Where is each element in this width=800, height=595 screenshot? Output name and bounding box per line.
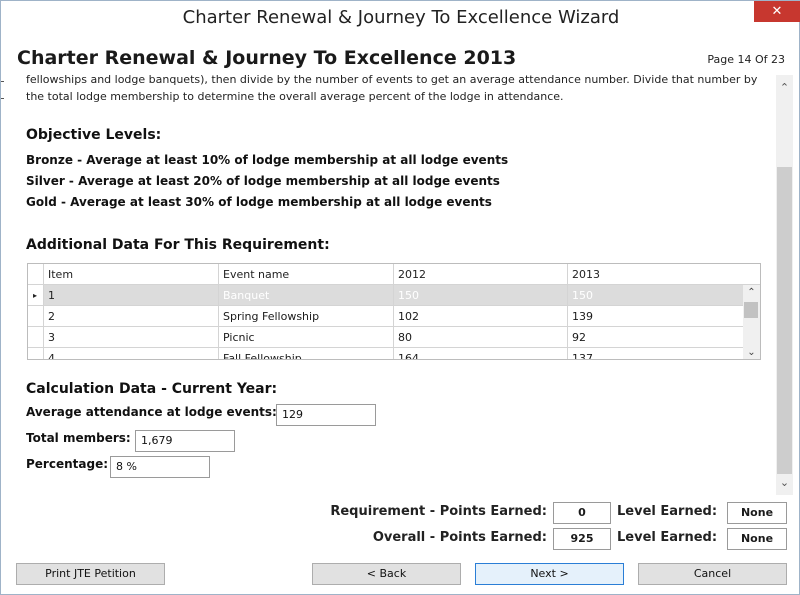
column-header-item[interactable]: Item [44, 264, 219, 285]
row-selector-icon[interactable]: ▸ [28, 285, 44, 306]
column-header-2012[interactable]: 2012 [394, 264, 568, 285]
requirement-level-field: None [727, 502, 787, 524]
grid-header-corner [743, 264, 760, 285]
cell-2013[interactable]: 137 [568, 348, 744, 359]
cell-item[interactable]: 2 [44, 306, 219, 327]
percentage-field[interactable]: 8 % [110, 456, 210, 478]
page-title: Charter Renewal & Journey To Excellence … [17, 47, 517, 69]
grid-header-row: Item Event name 2012 2013 [28, 264, 744, 285]
overall-points-label: Overall - Points Earned: [372, 530, 547, 545]
cell-event-name[interactable]: Picnic [219, 327, 394, 348]
overall-level-label: Level Earned: [617, 530, 718, 545]
row-selector[interactable] [28, 327, 44, 348]
grid-scroll-up-icon[interactable]: ⌃ [743, 287, 760, 298]
percentage-label: Percentage: [26, 457, 109, 471]
overall-points-field: 925 [553, 528, 611, 550]
wizard-window: Charter Renewal & Journey To Excellence … [0, 0, 800, 595]
requirement-level-label: Level Earned: [617, 504, 718, 519]
cell-item[interactable]: 3 [44, 327, 219, 348]
cell-2012[interactable]: 80 [394, 327, 568, 348]
additional-data-grid[interactable]: Item Event name 2012 2013 ▸ 1 Banquet 15… [27, 263, 761, 360]
title-bar: Charter Renewal & Journey To Excellence … [1, 1, 800, 37]
total-members-label: Total members: [26, 431, 131, 445]
scroll-down-icon[interactable]: ⌄ [776, 476, 793, 489]
additional-data-title: Additional Data For This Requirement: [26, 237, 330, 253]
column-header-2013[interactable]: 2013 [568, 264, 744, 285]
row-selector[interactable] [28, 306, 44, 327]
level-bronze: Bronze - Average at least 10% of lodge m… [26, 153, 509, 167]
requirement-points-label: Requirement - Points Earned: [330, 504, 547, 519]
cell-2013[interactable]: 150 [568, 285, 744, 306]
cell-2012[interactable]: 164 [394, 348, 568, 359]
requirement-description: fellowships and lodge banquets), then di… [26, 75, 761, 105]
column-header-event-name[interactable]: Event name [219, 264, 394, 285]
cell-2013[interactable]: 92 [568, 327, 744, 348]
table-row[interactable]: ▸ 1 Banquet 150 150 [28, 285, 744, 306]
scroll-thumb[interactable] [777, 167, 792, 474]
grid-scroll-thumb[interactable] [744, 302, 758, 318]
cell-2012[interactable]: 102 [394, 306, 568, 327]
print-jte-petition-button[interactable]: Print JTE Petition [16, 563, 165, 585]
overall-level-field: None [727, 528, 787, 550]
table-row[interactable]: 2 Spring Fellowship 102 139 [28, 306, 744, 327]
grid-scroll-down-icon[interactable]: ⌄ [743, 347, 760, 358]
objective-levels-title: Objective Levels: [26, 127, 162, 143]
next-button[interactable]: Next > [475, 563, 624, 585]
cell-event-name[interactable]: Fall Fellowship [219, 348, 394, 359]
cell-item[interactable]: 4 [44, 348, 219, 359]
table-row[interactable]: 4 Fall Fellowship 164 137 [28, 348, 744, 359]
back-button[interactable]: < Back [312, 563, 461, 585]
scroll-up-icon[interactable]: ⌃ [776, 81, 793, 94]
calculation-data-title: Calculation Data - Current Year: [26, 381, 278, 397]
total-members-field[interactable]: 1,679 [135, 430, 235, 452]
content-panel: fellowships and lodge banquets), then di… [1, 75, 776, 495]
average-attendance-label: Average attendance at lodge events: [26, 405, 277, 419]
close-icon[interactable]: ✕ [754, 1, 800, 22]
description-line: fellowships and lodge banquets), then di… [26, 75, 758, 86]
average-attendance-field[interactable]: 129 [276, 404, 376, 426]
description-line: the total lodge membership to determine … [26, 90, 564, 103]
page-scrollbar[interactable]: ⌃ ⌄ [776, 75, 793, 495]
level-silver: Silver - Average at least 20% of lodge m… [26, 174, 500, 188]
cell-item[interactable]: 1 [44, 285, 219, 306]
level-gold: Gold - Average at least 30% of lodge mem… [26, 195, 492, 209]
row-selector[interactable] [28, 348, 44, 359]
requirement-points-field: 0 [553, 502, 611, 524]
cell-event-name[interactable]: Banquet [219, 285, 394, 306]
grid-scrollbar[interactable]: ⌃ ⌄ [743, 285, 760, 359]
table-row[interactable]: 3 Picnic 80 92 [28, 327, 744, 348]
grid-row-header-cell [28, 264, 44, 285]
cell-2012[interactable]: 150 [394, 285, 568, 306]
page-indicator: Page 14 Of 23 [707, 53, 785, 66]
cell-2013[interactable]: 139 [568, 306, 744, 327]
cancel-button[interactable]: Cancel [638, 563, 787, 585]
cell-event-name[interactable]: Spring Fellowship [219, 306, 394, 327]
window-title: Charter Renewal & Journey To Excellence … [182, 7, 620, 28]
